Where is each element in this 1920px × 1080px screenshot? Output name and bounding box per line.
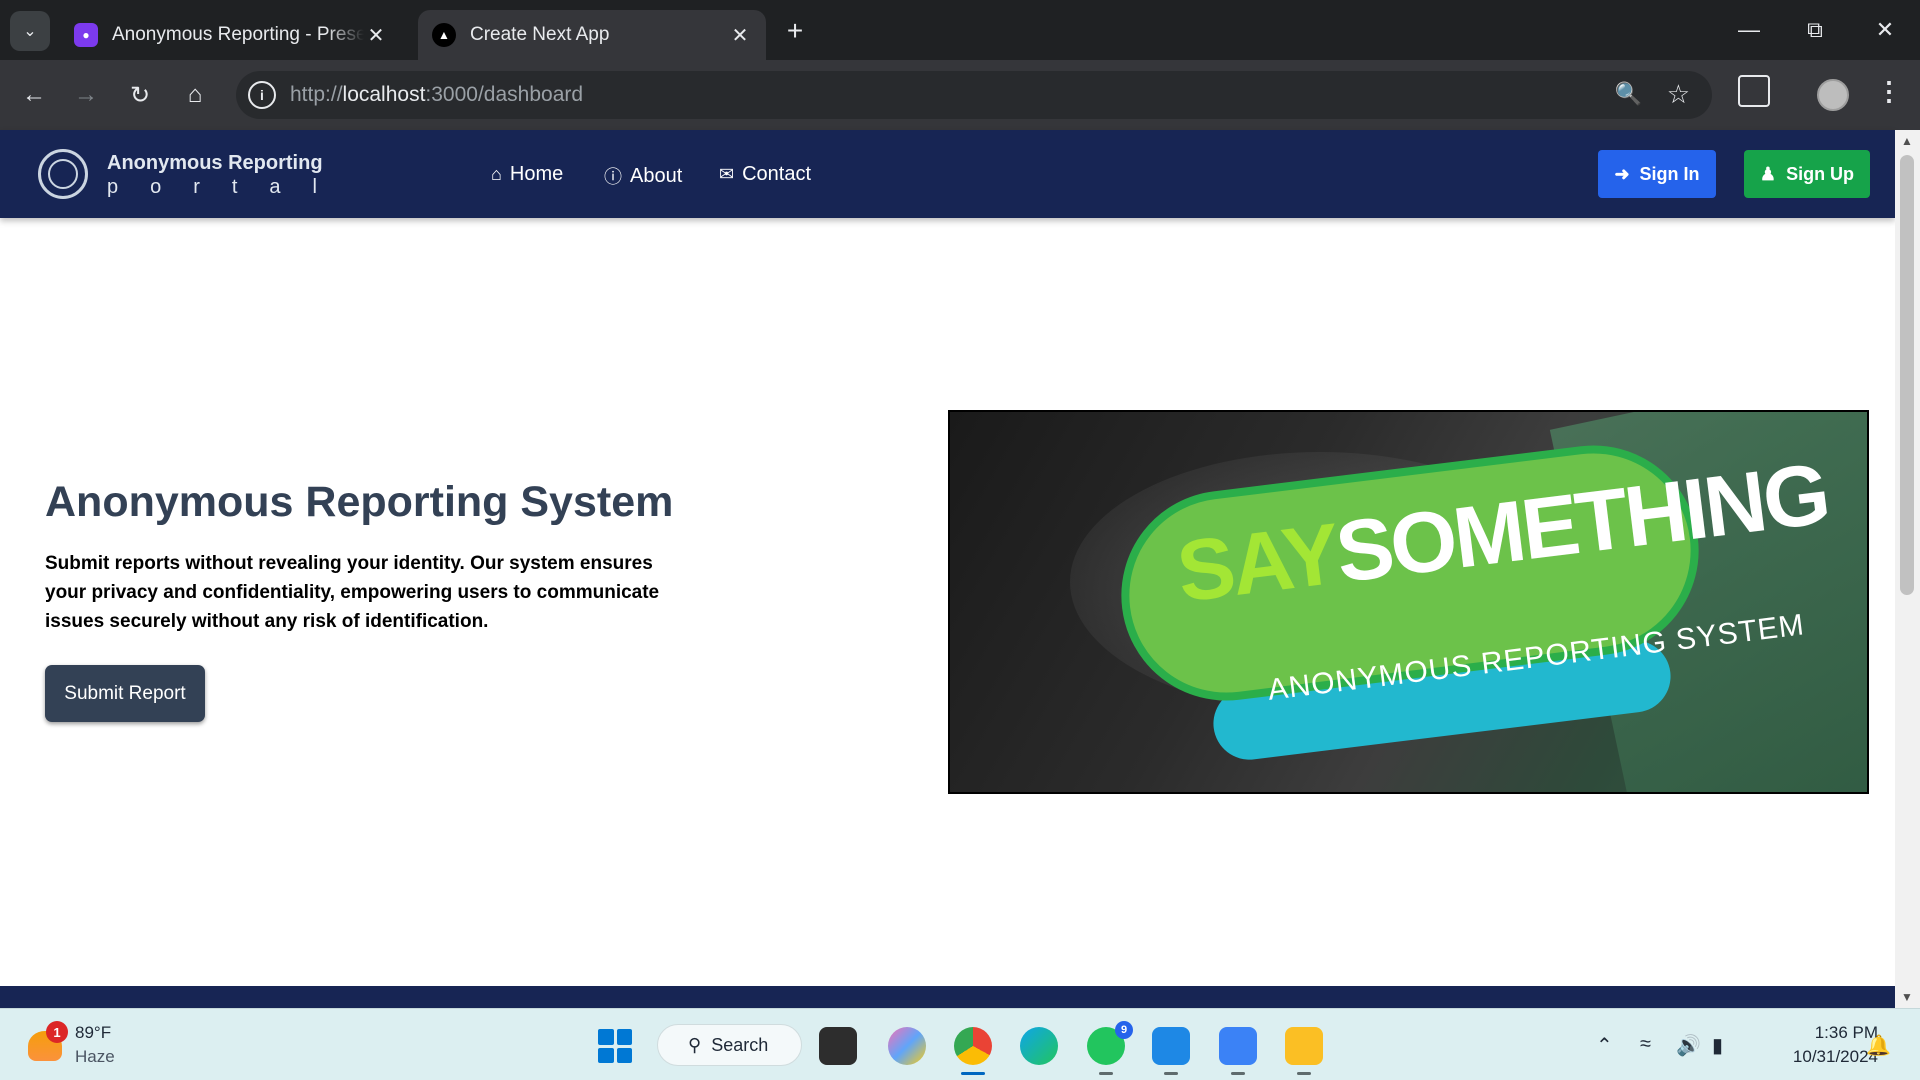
bookmark-star-icon[interactable]: ☆ [1667, 79, 1690, 110]
notepad-icon[interactable] [1219, 1027, 1257, 1075]
envelope-icon: ✉ [719, 164, 735, 184]
nav-link-label: Home [509, 163, 564, 185]
site-info-icon[interactable]: i [248, 81, 276, 109]
home-icon[interactable]: ⌂ [175, 75, 215, 115]
nav-link-contact[interactable]: ✉ Contact [719, 163, 811, 186]
browser-tab-anonymous-reporting[interactable]: ● Anonymous Reporting - Presen ✕ [60, 10, 402, 60]
clock-date[interactable]: 10/31/2024 [1762, 1047, 1878, 1067]
hero-title: Anonymous Reporting System [45, 478, 674, 526]
whatsapp-badge: 9 [1115, 1021, 1133, 1039]
browser-menu-icon[interactable]: ⋮ [1876, 78, 1902, 104]
submit-report-button[interactable]: Submit Report [45, 665, 205, 722]
nav-link-label: Contact [742, 163, 812, 185]
edge-icon[interactable] [1020, 1027, 1058, 1065]
chevron-up-icon[interactable]: ⌃ [1596, 1033, 1613, 1058]
notification-bell-icon[interactable]: 🔔 [1866, 1033, 1891, 1058]
back-arrow-icon[interactable]: ← [14, 75, 54, 115]
battery-icon[interactable]: ▮ [1712, 1033, 1723, 1058]
file-explorer-icon[interactable] [1285, 1027, 1323, 1075]
user-plus-icon: ♟ [1759, 163, 1777, 184]
browser-tab-create-next-app[interactable]: ▲ Create Next App ✕ [418, 10, 766, 60]
home-icon: ⌂ [491, 164, 502, 184]
scrollbar-thumb[interactable] [1900, 155, 1914, 595]
search-icon: ⚲ [688, 1034, 702, 1055]
tab-search-button[interactable]: ⌄ [10, 11, 50, 51]
browser-tab-bar: ⌄ ● Anonymous Reporting - Presen ✕ ▲ Cre… [0, 0, 1920, 60]
nextjs-icon: ▲ [432, 23, 456, 47]
brand-subtitle: portal [107, 176, 317, 198]
windows-start-icon[interactable] [598, 1029, 632, 1063]
reload-icon[interactable]: ↻ [120, 75, 160, 115]
sign-in-icon: ➜ [1614, 163, 1630, 184]
page-scrollbar[interactable]: ▲ ▼ [1895, 130, 1920, 1008]
new-tab-button[interactable]: + [778, 14, 812, 48]
windows-taskbar: 1 89°F Haze ⚲ Search 9 ⌃ ≈ 🔊 ▮ 1:36 PM 1… [0, 1008, 1920, 1080]
nav-link-home[interactable]: ⌂ Home [491, 163, 563, 186]
nav-link-label: About [630, 164, 683, 187]
taskbar-search[interactable]: ⚲ Search [657, 1024, 802, 1066]
browser-toolbar: ← → ↻ ⌂ i http://localhost:3000/dashboar… [0, 60, 1920, 130]
window-close-button[interactable]: ✕ [1860, 12, 1910, 48]
chrome-icon[interactable] [954, 1027, 992, 1075]
weather-badge: 1 [46, 1021, 68, 1043]
site-navbar: Anonymous Reporting portal ⌂ Home ⓘ Abou… [0, 130, 1895, 218]
wifi-icon[interactable]: ≈ [1640, 1033, 1651, 1056]
logo-icon[interactable] [38, 149, 88, 199]
site-footer [0, 986, 1895, 1008]
hero-description: Submit reports without revealing your id… [45, 553, 660, 632]
restore-button[interactable]: ⧉ [1790, 12, 1840, 48]
minimize-button[interactable]: — [1724, 12, 1774, 48]
say-something-banner-image: SAYSOMETHING ANONYMOUS REPORTING SYSTEM [948, 410, 1869, 794]
zoom-icon[interactable]: 🔍 [1615, 81, 1642, 107]
weather-description[interactable]: Haze [75, 1047, 115, 1067]
chevron-down-icon: ⌄ [23, 23, 37, 40]
close-icon[interactable]: ✕ [364, 23, 388, 48]
scroll-down-icon[interactable]: ▼ [1901, 990, 1913, 1004]
scroll-up-icon[interactable]: ▲ [1901, 134, 1913, 148]
whatsapp-icon[interactable]: 9 [1087, 1021, 1133, 1075]
task-view-icon[interactable] [819, 1027, 857, 1065]
nav-link-about[interactable]: ⓘ About [604, 163, 682, 189]
weather-temperature[interactable]: 89°F [75, 1023, 111, 1043]
brand-name: Anonymous Reporting [107, 152, 323, 174]
info-icon: ⓘ [604, 167, 622, 187]
tab-title: Anonymous Reporting - Presen [112, 24, 364, 45]
vscode-icon[interactable] [1152, 1027, 1190, 1075]
app-icon: ● [74, 23, 98, 47]
close-icon[interactable]: ✕ [728, 23, 752, 48]
sign-in-button[interactable]: ➜ Sign In [1598, 150, 1716, 198]
profile-avatar[interactable] [1817, 79, 1849, 111]
copilot-icon[interactable] [888, 1027, 926, 1065]
volume-icon[interactable]: 🔊 [1676, 1033, 1701, 1058]
forward-arrow-icon[interactable]: → [66, 75, 106, 115]
tab-title: Create Next App [470, 24, 610, 45]
url-text[interactable]: http://localhost:3000/dashboard [290, 83, 583, 107]
sign-up-button[interactable]: ♟ Sign Up [1744, 150, 1870, 198]
extensions-icon[interactable] [1738, 75, 1770, 107]
clock-time[interactable]: 1:36 PM [1790, 1023, 1878, 1043]
address-bar[interactable]: i http://localhost:3000/dashboard 🔍 ☆ [236, 71, 1712, 119]
